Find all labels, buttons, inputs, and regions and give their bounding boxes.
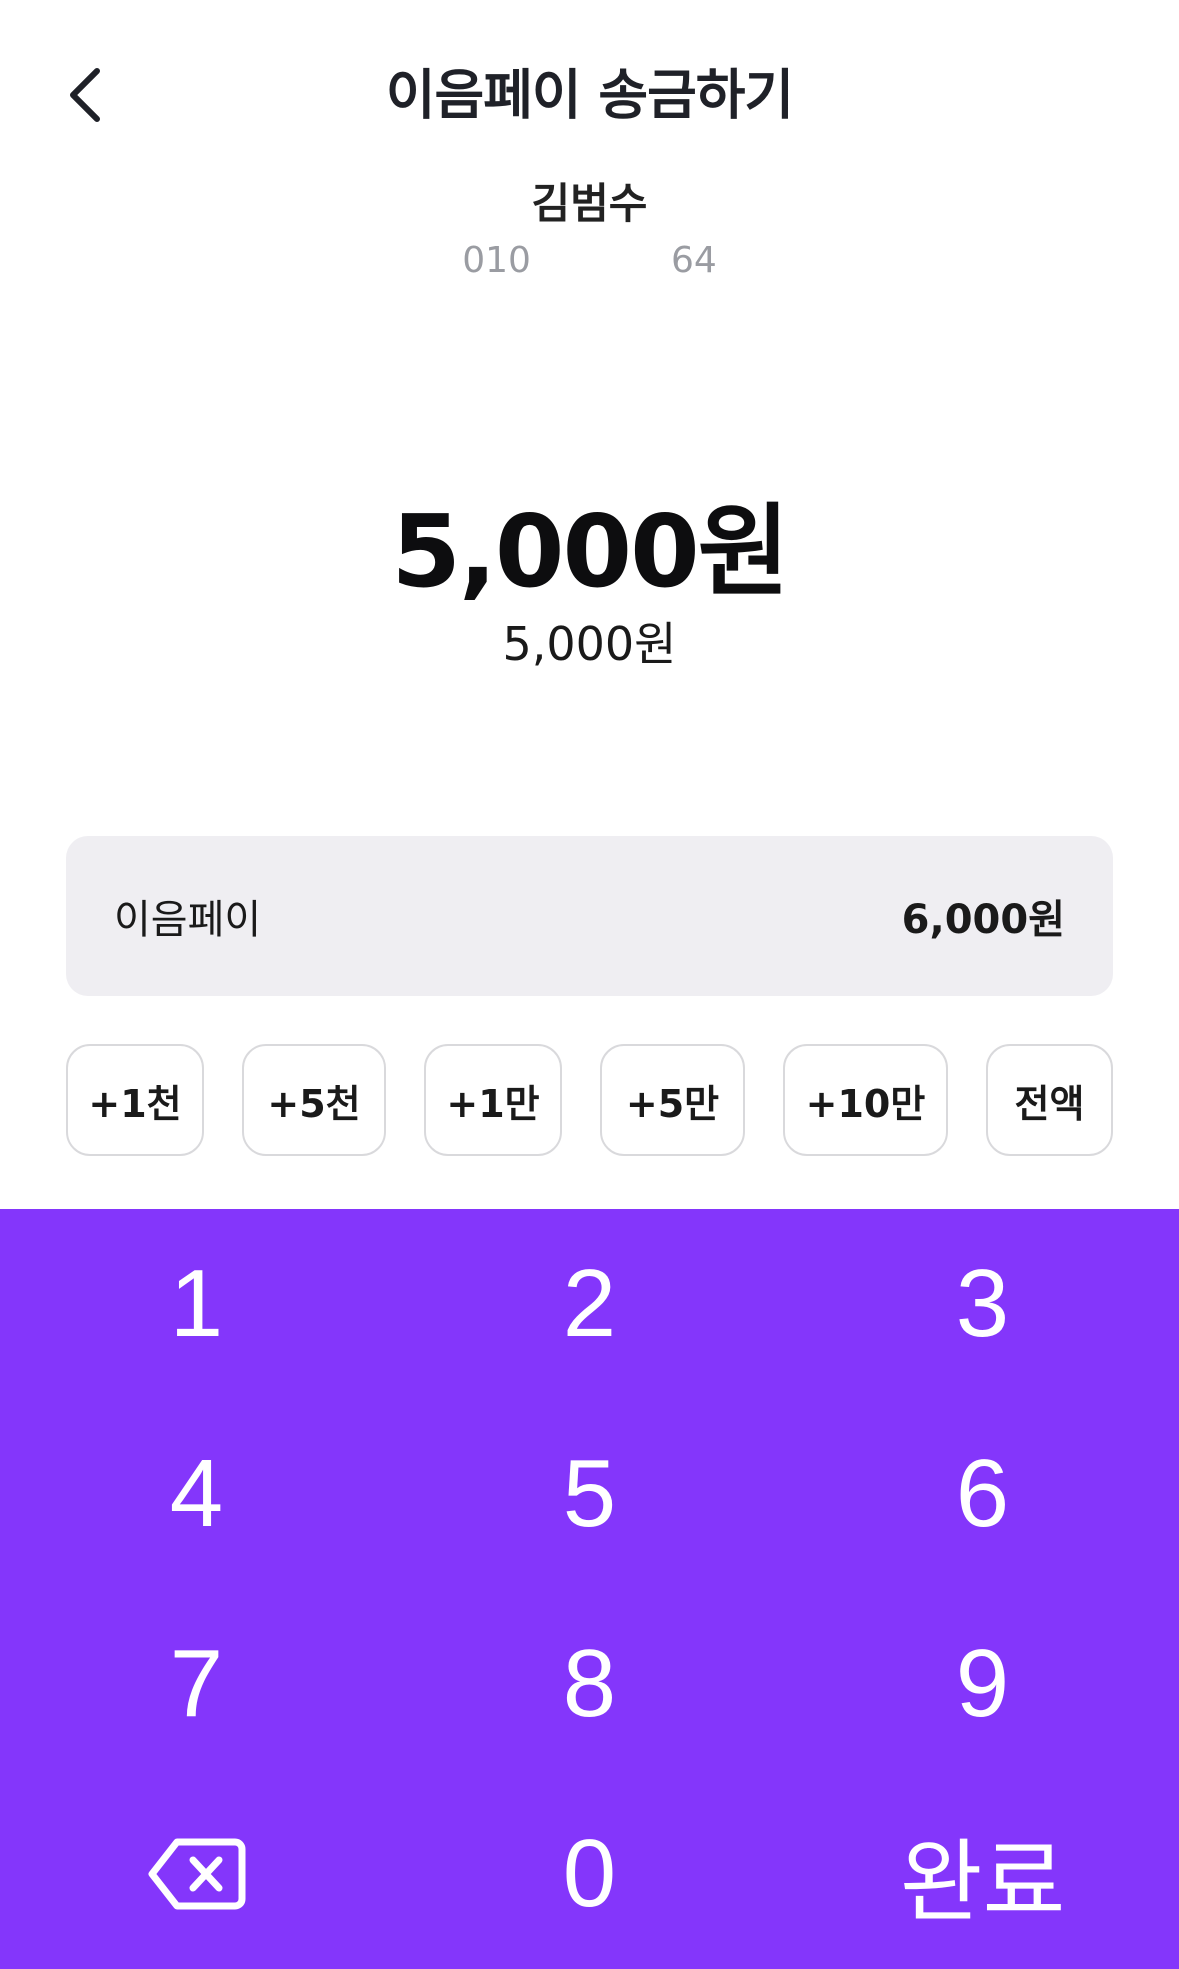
key-9[interactable]: 9	[786, 1589, 1179, 1779]
balance-label: 이음페이	[114, 897, 262, 943]
done-button[interactable]: 완료	[786, 1779, 1179, 1969]
key-8[interactable]: 8	[393, 1589, 786, 1779]
key-1[interactable]: 1	[0, 1209, 393, 1399]
backspace-icon	[148, 1838, 245, 1910]
key-2[interactable]: 2	[393, 1209, 786, 1399]
key-7[interactable]: 7	[0, 1589, 393, 1779]
quick-all-button[interactable]: 전액	[986, 1044, 1113, 1156]
quick-add-5k-button[interactable]: +5천	[242, 1044, 386, 1156]
quick-add-1k-button[interactable]: +1천	[66, 1044, 204, 1156]
backspace-key[interactable]	[0, 1779, 393, 1969]
page-title: 이음페이 송금하기	[385, 63, 794, 127]
quick-amount-row: +1천 +5천 +1만 +5만 +10만 전액	[0, 1044, 1179, 1160]
amount-display: 5,000원	[391, 493, 789, 610]
key-4[interactable]: 4	[0, 1399, 393, 1589]
key-5[interactable]: 5	[393, 1399, 786, 1589]
quick-add-50k-button[interactable]: +5만	[600, 1044, 745, 1156]
key-6[interactable]: 6	[786, 1399, 1179, 1589]
amount-subtext: 5,000원	[502, 617, 677, 671]
key-3[interactable]: 3	[786, 1209, 1179, 1399]
quick-add-100k-button[interactable]: +10만	[783, 1044, 948, 1156]
quick-add-10k-button[interactable]: +1만	[424, 1044, 562, 1156]
key-0[interactable]: 0	[393, 1779, 786, 1969]
recipient-phone: 010 64	[0, 240, 1179, 281]
phone-prefix: 010	[462, 240, 531, 281]
phone-suffix: 64	[670, 240, 717, 281]
numeric-keypad: 1 2 3 4 5 6 7 8 9 0 완료	[0, 1209, 1179, 1969]
recipient-name: 김범수	[531, 179, 648, 228]
balance-card: 이음페이 6,000원	[66, 836, 1113, 996]
header: 이음페이 송금하기	[0, 40, 1179, 150]
balance-value: 6,000원	[901, 897, 1065, 943]
